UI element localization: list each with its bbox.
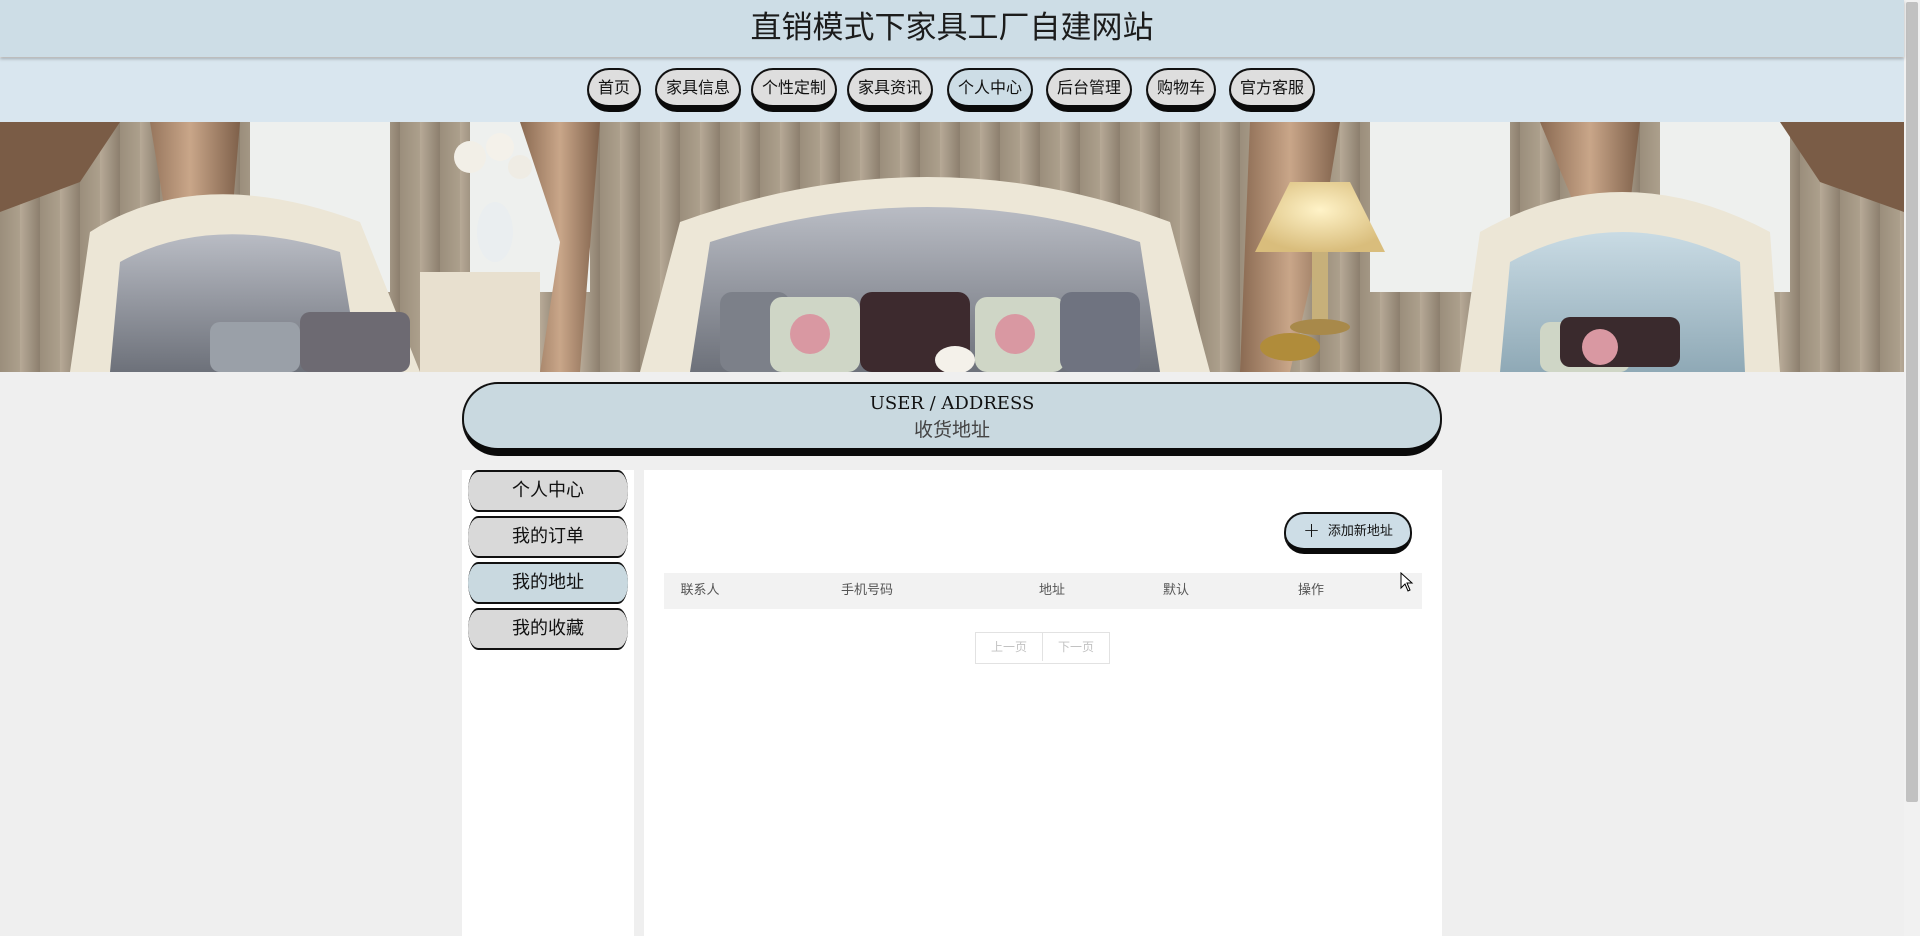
nav-item-admin[interactable]: 后台管理 [1046, 68, 1132, 112]
page-scrollbar[interactable] [1904, 0, 1920, 936]
section-title-cn: 收货地址 [913, 419, 990, 441]
site-title: 直销模式下家具工厂自建网站 [0, 0, 1904, 57]
column-header-actions: 操作 [1297, 583, 1324, 598]
address-table-header: 联系人 手机号码 地址 默认 操作 [664, 573, 1422, 609]
next-page-button[interactable]: 下一页 [1042, 633, 1109, 661]
column-header-phone: 手机号码 [840, 583, 893, 598]
sidebar-item-my-address[interactable]: 我的地址 [468, 562, 628, 604]
pagination: 上一页 下一页 [975, 632, 1110, 664]
nav-item-furniture-news[interactable]: 家具资讯 [847, 68, 933, 112]
address-panel: + 添加新地址 联系人 手机号码 地址 默认 操作 上一页 下一页 [644, 470, 1442, 936]
column-header-address: 地址 [1038, 583, 1065, 598]
nav-item-furniture-info[interactable]: 家具信息 [655, 68, 741, 112]
prev-page-button[interactable]: 上一页 [976, 633, 1042, 661]
living-room-sofa-illustration [0, 122, 1904, 372]
add-address-button[interactable]: + 添加新地址 [1284, 512, 1412, 554]
nav-item-customization[interactable]: 个性定制 [751, 68, 837, 112]
nav-item-home[interactable]: 首页 [587, 68, 641, 112]
sidebar-item-my-orders[interactable]: 我的订单 [468, 516, 628, 558]
mouse-cursor-icon [1400, 571, 1414, 596]
scrollbar-thumb[interactable] [1906, 2, 1918, 802]
column-header-default: 默认 [1162, 583, 1189, 598]
nav-item-personal-center[interactable]: 个人中心 [947, 68, 1033, 112]
column-header-contact: 联系人 [680, 583, 720, 598]
sidebar-item-my-favorites[interactable]: 我的收藏 [468, 608, 628, 650]
column-gap [634, 470, 644, 936]
sidebar: 个人中心 我的订单 我的地址 我的收藏 [462, 470, 634, 936]
section-header: USER / ADDRESS 收货地址 [462, 382, 1442, 456]
nav-item-cart[interactable]: 购物车 [1146, 68, 1216, 112]
nav-item-customer-service[interactable]: 官方客服 [1229, 68, 1315, 112]
plus-icon: + [1303, 518, 1320, 542]
sidebar-item-personal-center[interactable]: 个人中心 [468, 470, 628, 512]
section-title-en: USER / ADDRESS [869, 393, 1035, 414]
banner-image [0, 122, 1904, 372]
add-address-label: 添加新地址 [1327, 524, 1393, 539]
